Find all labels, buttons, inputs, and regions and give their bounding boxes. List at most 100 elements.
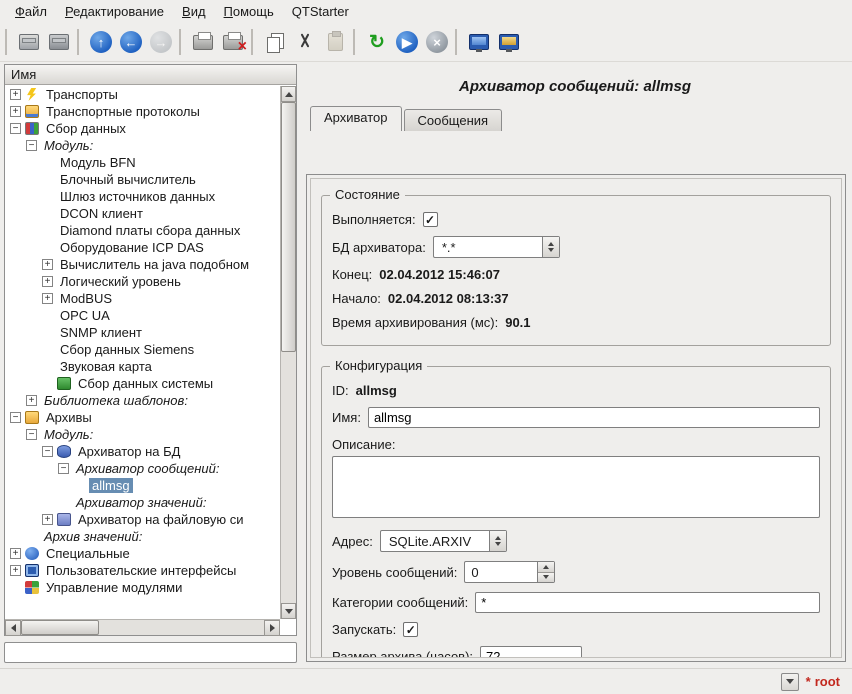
refresh-icon[interactable]: ↻ [362,27,392,57]
tree-item[interactable]: +Транспорты [5,86,280,103]
tree-item[interactable]: Diamond платы сбора данных [5,222,280,239]
menu-item[interactable]: Помощь [215,1,283,22]
tree-item[interactable]: Звуковая карта [5,358,280,375]
tree-item[interactable]: −Модуль: [5,426,280,443]
tree-item[interactable]: SNMP клиент [5,324,280,341]
tab-messages[interactable]: Сообщения [404,109,503,131]
archive-size-input[interactable] [480,646,582,658]
tree-item[interactable]: Сбор данных системы [5,375,280,392]
toolbar-handle[interactable] [251,29,256,55]
copy-icon[interactable] [260,27,290,57]
expand-icon[interactable]: + [10,106,21,117]
tree-item[interactable]: +Архиватор на файловую си [5,511,280,528]
tree-item[interactable]: +Библиотека шаблонов: [5,392,280,409]
tree-item[interactable]: −Модуль: [5,137,280,154]
scroll-down-icon[interactable] [281,603,296,619]
combobox-arrows-icon[interactable] [542,237,559,257]
tab-archiver[interactable]: Архиватор [310,106,402,131]
tree-item[interactable]: OPC UA [5,307,280,324]
spin-up-icon[interactable] [538,562,554,573]
user-icon[interactable] [494,27,524,57]
scrollbar-thumb[interactable] [281,102,296,352]
expand-icon[interactable]: + [42,259,53,270]
save-icon[interactable] [44,27,74,57]
address-combobox[interactable]: SQLite.ARXIV [380,530,507,552]
delete-item-icon[interactable]: × [218,27,248,57]
tree-item[interactable]: +Вычислитель на java подобном [5,256,280,273]
name-input[interactable] [368,407,820,428]
tree-item[interactable]: −Архивы [5,409,280,426]
scroll-up-icon[interactable] [281,86,296,102]
to-start-checkbox[interactable]: ✓ [403,622,418,637]
tree-item[interactable]: allmsg [5,477,280,494]
menu-item[interactable]: Файл [6,1,56,22]
collapse-icon[interactable]: − [42,446,53,457]
tree-item[interactable]: +Логический уровень [5,273,280,290]
tree-item[interactable]: Модуль BFN [5,154,280,171]
tree-item[interactable]: Архиватор значений: [5,494,280,511]
toolbar-handle[interactable] [455,29,460,55]
menu-item[interactable]: Редактирование [56,1,173,22]
toolbar-handle[interactable] [179,29,184,55]
expand-icon[interactable]: + [10,89,21,100]
expand-icon[interactable]: + [42,293,53,304]
scrollbar-thumb[interactable] [21,620,99,635]
scrollbar-track[interactable] [281,102,296,603]
tree-item[interactable]: Блочный вычислитель [5,171,280,188]
tree-item[interactable]: Сбор данных Siemens [5,341,280,358]
collapse-icon[interactable]: − [10,412,21,423]
menu-item[interactable]: QTStarter [283,1,358,22]
collapse-icon[interactable]: − [10,123,21,134]
running-checkbox[interactable]: ✓ [423,212,438,227]
tree-vscrollbar[interactable] [280,86,296,619]
menu-item[interactable]: Вид [173,1,215,22]
tree-item[interactable]: +Пользовательские интерфейсы [5,562,280,579]
tree-search-input[interactable] [4,642,297,663]
spin-down-icon[interactable] [538,573,554,583]
tree-item[interactable]: −Архиватор сообщений: [5,460,280,477]
tree-item[interactable]: +ModBUS [5,290,280,307]
tree-item[interactable]: Архив значений: [5,528,280,545]
tree-item[interactable]: +Транспортные протоколы [5,103,280,120]
expand-icon[interactable]: + [10,565,21,576]
combobox-arrows-icon[interactable] [489,531,506,551]
message-categories-input[interactable] [475,592,820,613]
scroll-right-icon[interactable] [264,620,280,636]
tree-header[interactable]: Имя [5,65,296,85]
toolbar-handle[interactable] [77,29,82,55]
tree-hscrollbar[interactable] [5,619,280,635]
toolbar-handle[interactable] [353,29,358,55]
tree-item[interactable]: Шлюз источников данных [5,188,280,205]
expand-icon[interactable]: + [42,514,53,525]
scroll-left-icon[interactable] [5,620,21,636]
cut-icon[interactable] [290,27,320,57]
toolbar-handle[interactable] [5,29,10,55]
tree-item[interactable]: +Специальные [5,545,280,562]
collapse-icon[interactable]: − [58,463,69,474]
message-level-spinbox[interactable]: 0 [464,561,555,583]
expand-icon[interactable]: + [26,395,37,406]
tree-item[interactable]: Оборудование ICP DAS [5,239,280,256]
stop-icon[interactable]: × [422,27,452,57]
station-icon[interactable] [464,27,494,57]
expand-icon[interactable]: + [42,276,53,287]
collapse-icon[interactable]: − [26,429,37,440]
paste-icon[interactable] [320,27,350,57]
add-item-icon[interactable] [188,27,218,57]
collapse-icon[interactable]: − [26,140,37,151]
expand-icon[interactable]: + [10,548,21,559]
archiver-db-combobox[interactable]: *.* [433,236,560,258]
tree-item[interactable]: −Сбор данных [5,120,280,137]
forward-icon[interactable]: → [146,27,176,57]
current-user[interactable]: root [815,674,840,689]
description-textarea[interactable] [332,456,820,518]
user-dropdown[interactable] [781,673,799,691]
load-icon[interactable] [14,27,44,57]
tree-item[interactable]: Управление модулями [5,579,280,596]
back-icon[interactable]: ← [116,27,146,57]
scrollbar-track[interactable] [21,620,264,635]
tree-item[interactable]: −Архиватор на БД [5,443,280,460]
start-icon[interactable]: ▶ [392,27,422,57]
tree-item[interactable]: DCON клиент [5,205,280,222]
up-icon[interactable]: ↑ [86,27,116,57]
